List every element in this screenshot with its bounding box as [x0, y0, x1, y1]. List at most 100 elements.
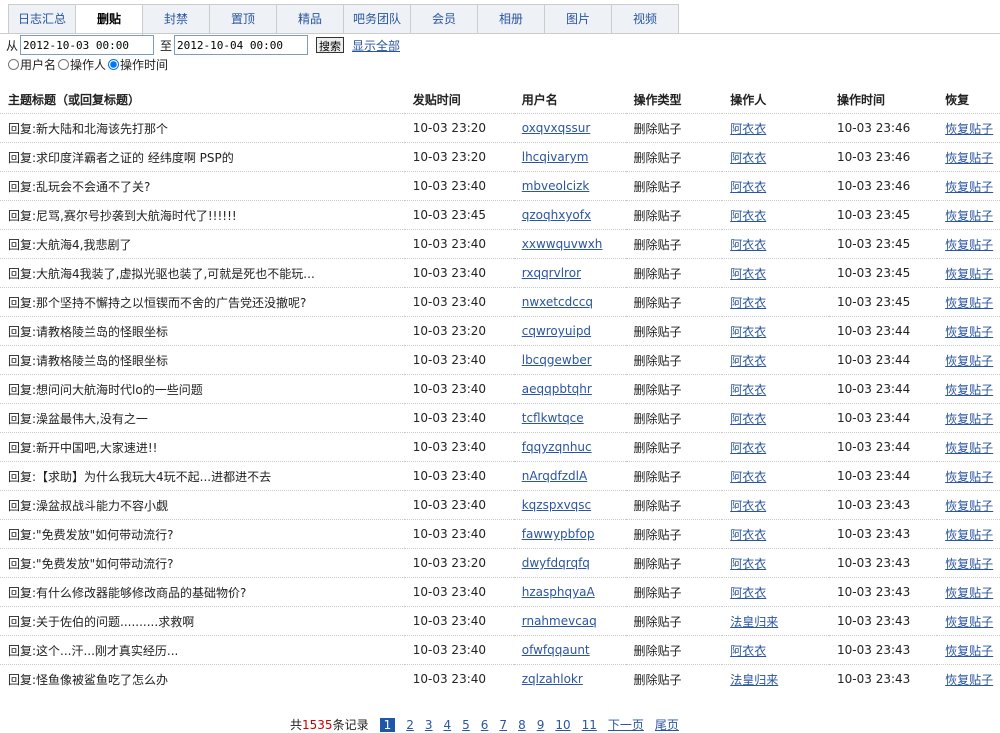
restore-post-link[interactable]: 恢复贴子 — [945, 557, 993, 571]
username-link[interactable]: rxqqrvlror — [522, 266, 581, 280]
page-link-7[interactable]: 7 — [499, 718, 507, 732]
operator-link[interactable]: 阿衣衣 — [730, 441, 766, 455]
username-link[interactable]: tcflkwtqce — [522, 411, 584, 425]
username-link[interactable]: mbveolcizk — [522, 179, 590, 193]
tab-9[interactable]: 视频 — [612, 5, 678, 34]
last-page-link[interactable]: 尾页 — [655, 716, 679, 733]
operator-link[interactable]: 阿衣衣 — [730, 296, 766, 310]
tab-5[interactable]: 吧务团队 — [344, 5, 411, 34]
username-link[interactable]: nArqdfzdlA — [522, 469, 587, 483]
tab-0[interactable]: 日志汇总 — [9, 5, 76, 34]
operator-link[interactable]: 阿衣衣 — [730, 412, 766, 426]
username-link[interactable]: aeqqpbtqhr — [522, 382, 592, 396]
username-link[interactable]: xxwwquvwxh — [522, 237, 603, 251]
page-link-8[interactable]: 8 — [518, 718, 526, 732]
operator-link[interactable]: 阿衣衣 — [730, 267, 766, 281]
operator-link[interactable]: 法皇归来 — [730, 615, 778, 629]
page-link-11[interactable]: 11 — [582, 718, 597, 732]
cell: 10-03 23:43 — [829, 635, 938, 665]
restore-post-link[interactable]: 恢复贴子 — [945, 528, 993, 542]
operator-link[interactable]: 阿衣衣 — [730, 354, 766, 368]
username-link[interactable]: lhcqivarym — [522, 150, 589, 164]
search-button[interactable]: 搜索 — [316, 37, 345, 53]
operator-link[interactable]: 阿衣衣 — [730, 499, 766, 513]
radio-0[interactable] — [8, 59, 19, 70]
tab-6[interactable]: 会员 — [411, 5, 478, 34]
restore-post-link[interactable]: 恢复贴子 — [945, 441, 993, 455]
restore-post-link[interactable]: 恢复贴子 — [945, 151, 993, 165]
restore-post-link[interactable]: 恢复贴子 — [945, 499, 993, 513]
username-link[interactable]: qzoqhxyofx — [522, 208, 591, 222]
username-link[interactable]: oxqvxqssur — [522, 121, 591, 135]
restore-post-link[interactable]: 恢复贴子 — [945, 383, 993, 397]
operator-link[interactable]: 阿衣衣 — [730, 151, 766, 165]
tab-8[interactable]: 图片 — [545, 5, 612, 34]
restore-post-link[interactable]: 恢复贴子 — [945, 122, 993, 136]
cell: 法皇归来 — [722, 606, 830, 636]
radio-2[interactable] — [108, 59, 120, 70]
restore-post-link[interactable]: 恢复贴子 — [945, 267, 993, 281]
cell: 10-03 23:40 — [404, 229, 514, 259]
username-link[interactable]: nwxetcdccq — [522, 295, 593, 309]
restore-post-link[interactable]: 恢复贴子 — [945, 296, 993, 310]
tab-2[interactable]: 封禁 — [143, 5, 210, 34]
table-row: 回复:澡盆叔战斗能力不容小觑 10-03 23:40 kqzspxvqsc 删除贴子阿… — [0, 490, 1000, 520]
username-link[interactable]: ofwfqqaunt — [522, 643, 590, 657]
operator-link[interactable]: 阿衣衣 — [730, 586, 766, 600]
cell: 删除贴子 — [625, 403, 723, 433]
username-link[interactable]: rnahmevcaq — [522, 614, 597, 628]
operator-link[interactable]: 阿衣衣 — [730, 325, 766, 339]
cell: 回复:怪鱼像被鲨鱼吃了怎么办 — [0, 664, 405, 693]
operator-link[interactable]: 阿衣衣 — [730, 557, 766, 571]
restore-post-link[interactable]: 恢复贴子 — [945, 412, 993, 426]
restore-post-link[interactable]: 恢复贴子 — [945, 238, 993, 252]
next-page-link[interactable]: 下一页 — [608, 716, 644, 733]
operator-link[interactable]: 阿衣衣 — [730, 644, 766, 658]
operator-link[interactable]: 阿衣衣 — [730, 209, 766, 223]
radio-1[interactable] — [58, 59, 70, 70]
operator-link[interactable]: 阿衣衣 — [730, 528, 766, 542]
to-date-input[interactable] — [174, 35, 309, 55]
operator-link[interactable]: 阿衣衣 — [730, 122, 766, 136]
from-date-input[interactable] — [20, 35, 155, 55]
tab-4[interactable]: 精品 — [277, 5, 344, 34]
cell: 10-03 23:43 — [829, 519, 938, 549]
show-all-link[interactable]: 显示全部 — [352, 37, 400, 54]
cell: 10-03 23:44 — [829, 403, 938, 433]
restore-post-link[interactable]: 恢复贴子 — [945, 354, 993, 368]
cell: mbveolcizk — [513, 171, 626, 201]
username-link[interactable]: fawwypbfop — [522, 527, 595, 541]
tab-3[interactable]: 置顶 — [210, 5, 277, 34]
page-link-10[interactable]: 10 — [555, 718, 570, 732]
operator-link[interactable]: 阿衣衣 — [730, 470, 766, 484]
tab-7[interactable]: 相册 — [478, 5, 545, 34]
username-link[interactable]: kqzspxvqsc — [522, 498, 591, 512]
restore-post-link[interactable]: 恢复贴子 — [945, 209, 993, 223]
page-link-4[interactable]: 4 — [444, 718, 452, 732]
operator-link[interactable]: 阿衣衣 — [730, 383, 766, 397]
restore-post-link[interactable]: 恢复贴子 — [945, 470, 993, 484]
restore-post-link[interactable]: 恢复贴子 — [945, 673, 993, 687]
username-link[interactable]: dwyfdqrqfq — [522, 556, 590, 570]
page-link-5[interactable]: 5 — [462, 718, 470, 732]
page-link-1[interactable]: 1 — [379, 717, 396, 732]
restore-post-link[interactable]: 恢复贴子 — [945, 615, 993, 629]
page-link-3[interactable]: 3 — [425, 718, 433, 732]
username-link[interactable]: cqwroyuipd — [522, 324, 591, 338]
page-link-6[interactable]: 6 — [481, 718, 489, 732]
page-link-9[interactable]: 9 — [537, 718, 545, 732]
operator-link[interactable]: 阿衣衣 — [730, 238, 766, 252]
username-link[interactable]: fqqyzqnhuc — [522, 440, 592, 454]
restore-post-link[interactable]: 恢复贴子 — [945, 586, 993, 600]
username-link[interactable]: zqlzahlokr — [522, 672, 583, 686]
page-link-2[interactable]: 2 — [406, 718, 414, 732]
tab-1[interactable]: 删贴 — [76, 5, 143, 35]
restore-post-link[interactable]: 恢复贴子 — [945, 325, 993, 339]
restore-post-link[interactable]: 恢复贴子 — [945, 180, 993, 194]
username-link[interactable]: hzasphqyaA — [522, 585, 595, 599]
operator-link[interactable]: 法皇归来 — [730, 673, 778, 687]
restore-post-link[interactable]: 恢复贴子 — [945, 644, 993, 658]
username-link[interactable]: lbcqgewber — [522, 353, 592, 367]
cell: 阿衣衣 — [722, 461, 830, 491]
operator-link[interactable]: 阿衣衣 — [730, 180, 766, 194]
